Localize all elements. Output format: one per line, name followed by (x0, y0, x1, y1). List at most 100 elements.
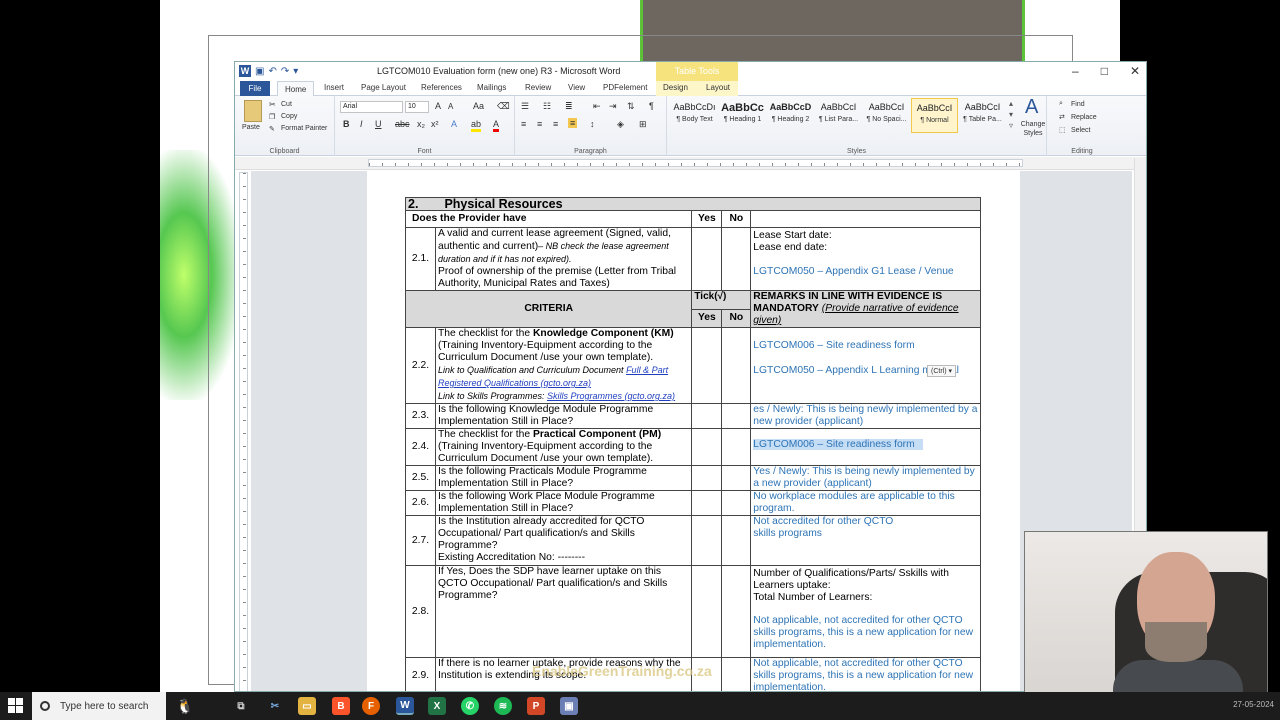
paste-icon[interactable] (244, 100, 262, 122)
replace-button[interactable]: Replace (1071, 114, 1097, 121)
snipping-tool-icon[interactable]: ✂ (266, 697, 284, 715)
brave-browser-icon[interactable]: B (332, 697, 350, 715)
tab-layout[interactable]: Layout (706, 83, 730, 92)
close-button[interactable]: ✕ (1130, 64, 1140, 78)
style-heading-1[interactable]: AaBbCc ¶ Heading 1 (719, 98, 766, 133)
remark-text[interactable]: Yes / Newly: This is being newly impleme… (750, 465, 981, 491)
multilevel-list-icon[interactable]: ≣ (565, 101, 573, 112)
justify-icon[interactable]: ≡ (568, 118, 578, 128)
excel-taskbar-icon[interactable]: X (428, 697, 446, 715)
remark-text[interactable]: Not applicable, not accredited for other… (750, 657, 981, 691)
borders-icon[interactable]: ⊞ (639, 119, 647, 130)
tab-view[interactable]: View (568, 83, 585, 92)
app-icon[interactable]: ▣ (560, 697, 578, 715)
cut-button[interactable]: Cut (281, 101, 292, 108)
text-effects-icon[interactable]: A (451, 119, 457, 129)
font-name-box[interactable]: Arial (340, 101, 403, 113)
grow-font-icon[interactable]: A (435, 101, 441, 111)
format-painter-icon[interactable]: ✎ (269, 125, 275, 133)
select-button[interactable]: Select (1071, 127, 1090, 134)
tab-review[interactable]: Review (525, 83, 551, 92)
italic-icon[interactable]: I (360, 119, 363, 129)
powerpoint-taskbar-icon[interactable]: P (527, 697, 545, 715)
style-heading-2[interactable]: AaBbCcD ¶ Heading 2 (767, 98, 814, 133)
align-left-icon[interactable]: ≡ (521, 119, 526, 129)
font-size-box[interactable]: 10 (405, 101, 429, 113)
clear-formatting-icon[interactable]: ⌫ (497, 101, 510, 112)
copy-icon[interactable]: ❐ (269, 113, 275, 121)
numbering-icon[interactable]: ☷ (543, 101, 551, 112)
shrink-font-icon[interactable]: A (448, 102, 453, 111)
criteria-text[interactable]: If Yes, Does the SDP have learner uptake… (434, 565, 693, 658)
increase-indent-icon[interactable]: ⇥ (609, 101, 617, 112)
save-icon[interactable]: ▣ (255, 66, 264, 77)
tab-page-layout[interactable]: Page Layout (361, 83, 406, 92)
select-icon[interactable]: ⬚ (1059, 126, 1066, 134)
replace-icon[interactable]: ⇄ (1059, 113, 1065, 121)
align-right-icon[interactable]: ≡ (553, 119, 558, 129)
whatsapp-icon[interactable]: ✆ (461, 697, 479, 715)
format-painter-button[interactable]: Format Painter (281, 125, 327, 132)
cut-icon[interactable]: ✂ (269, 100, 276, 109)
file-explorer-icon[interactable]: ▭ (298, 697, 316, 715)
underline-icon[interactable]: U (375, 119, 382, 129)
row-number: 2.6. (405, 490, 436, 516)
tab-references[interactable]: References (421, 83, 462, 92)
skills-programmes-link[interactable]: Skills Programmes (qcto.org.za) (547, 391, 675, 401)
criteria-text[interactable]: Is the following Practicals Module Progr… (434, 465, 693, 491)
change-styles-button[interactable]: Change Styles (1019, 120, 1047, 138)
style-list-paragraph[interactable]: AaBbCcI ¶ List Para... (815, 98, 862, 133)
customize-qat-icon[interactable]: ▾ (293, 66, 298, 77)
word-taskbar-icon[interactable]: W (396, 697, 414, 715)
document-page[interactable]: 2. Physical Resources Does the Provider h… (367, 171, 1020, 691)
tab-design[interactable]: Design (663, 83, 688, 92)
tab-insert[interactable]: Insert (324, 83, 344, 92)
strikethrough-icon[interactable]: abc (395, 119, 410, 129)
find-button[interactable]: Find (1071, 101, 1085, 108)
word-app-icon[interactable]: W (239, 65, 251, 77)
bold-icon[interactable]: B (343, 119, 350, 129)
tab-mailings[interactable]: Mailings (477, 83, 506, 92)
remark-text[interactable]: No workplace modules are applicable to t… (750, 490, 981, 516)
highlight-icon[interactable]: ab (471, 119, 482, 132)
style-table-paragraph[interactable]: AaBbCcI ¶ Table Pa... (959, 98, 1006, 133)
redo-icon[interactable]: ↷ (281, 66, 289, 77)
criteria-text[interactable]: Is the following Work Place Module Progr… (434, 490, 693, 516)
firefox-icon[interactable]: F (362, 697, 380, 715)
show-hide-icon[interactable]: ¶ (649, 101, 654, 111)
taskbar-search-box[interactable]: Type here to search (32, 692, 166, 720)
change-case-icon[interactable]: Aa (473, 101, 484, 111)
decrease-indent-icon[interactable]: ⇤ (593, 101, 601, 112)
superscript-icon[interactable]: x² (431, 119, 439, 129)
tab-pdfelement[interactable]: PDFelement (603, 83, 647, 92)
style-no-spacing[interactable]: AaBbCcI ¶ No Spaci... (863, 98, 910, 133)
paste-button[interactable]: Paste (242, 124, 260, 131)
task-view-icon[interactable]: ⧉ (232, 697, 250, 715)
criteria-text[interactable]: Is the following Knowledge Module Progra… (434, 403, 693, 429)
vertical-ruler[interactable] (239, 172, 248, 691)
minimize-button[interactable]: – (1072, 64, 1079, 78)
remark-text[interactable]: es / Newly: This is being newly implemen… (750, 403, 981, 429)
spotify-icon[interactable]: ≋ (494, 697, 512, 715)
shading-icon[interactable]: ◈ (617, 119, 624, 130)
maximize-button[interactable]: □ (1101, 64, 1108, 78)
align-center-icon[interactable]: ≡ (537, 119, 542, 129)
sort-icon[interactable]: ⇅ (627, 101, 635, 112)
line-spacing-icon[interactable]: ↕ (590, 119, 595, 129)
change-styles-icon[interactable]: A (1025, 96, 1038, 119)
tab-home[interactable]: Home (277, 81, 315, 97)
undo-icon[interactable]: ↶ (268, 66, 276, 77)
system-clock[interactable]: 27-05-2024 (1233, 700, 1274, 709)
paste-options-button[interactable]: (Ctrl) ▾ (927, 365, 957, 377)
bullets-icon[interactable]: ☰ (521, 101, 529, 112)
subscript-icon[interactable]: x₂ (417, 119, 425, 129)
style-body-text[interactable]: AaBbCcDı ¶ Body Text (671, 98, 718, 133)
copy-button[interactable]: Copy (281, 113, 297, 120)
horizontal-ruler[interactable] (235, 157, 1146, 170)
remark-text[interactable]: Not accredited for other QCTO skills pro… (750, 515, 981, 566)
font-color-icon[interactable]: A (493, 119, 500, 132)
tab-file[interactable]: File (240, 81, 270, 96)
find-icon[interactable]: ⌕ (1059, 100, 1063, 108)
windows-start-icon[interactable] (8, 698, 24, 714)
style-normal[interactable]: AaBbCcI ¶ Normal (911, 98, 958, 133)
